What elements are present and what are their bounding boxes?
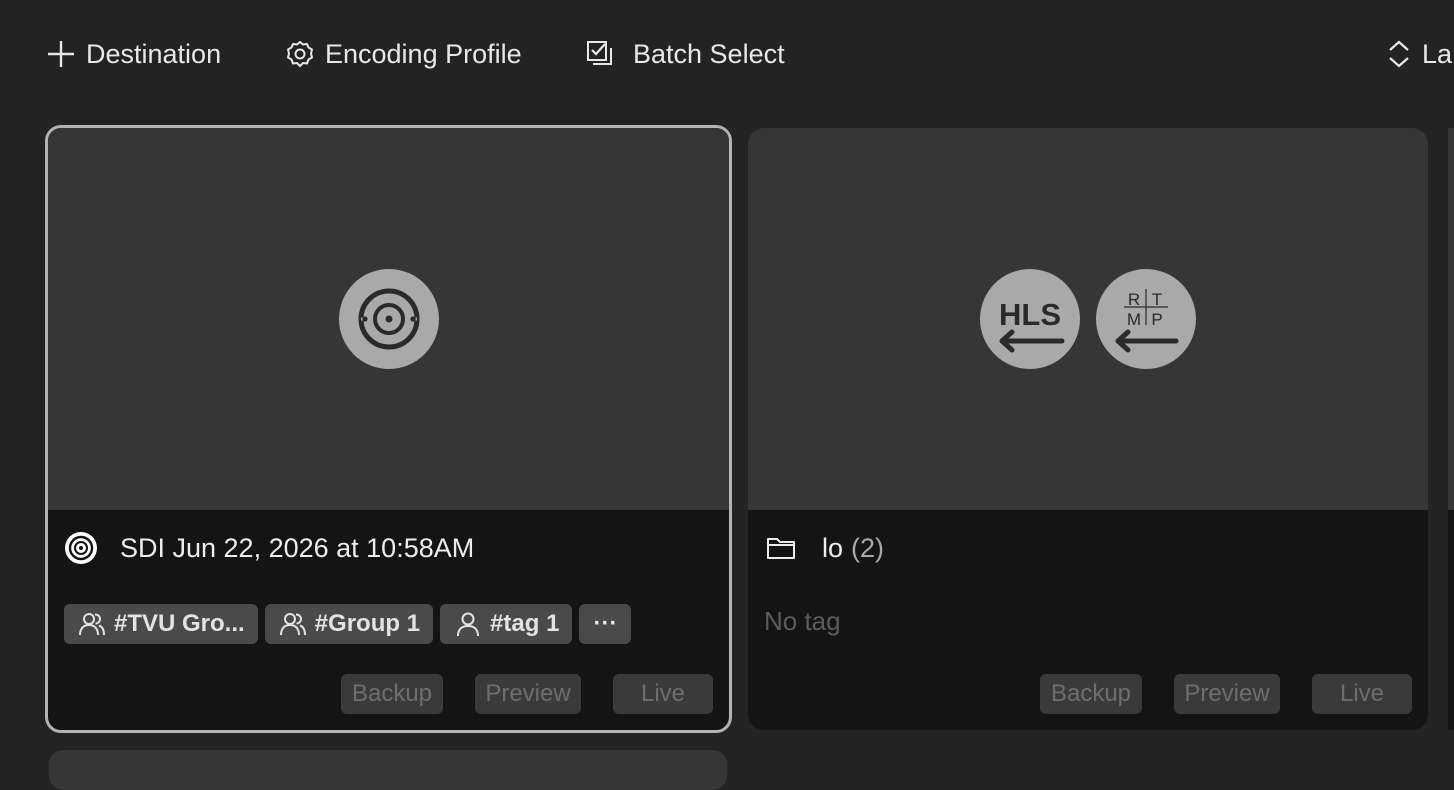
- more-icon: ···: [593, 610, 618, 637]
- preview-button[interactable]: Preview: [475, 674, 581, 714]
- encoding-profile-button[interactable]: Encoding Profile: [285, 34, 522, 74]
- svg-text:T: T: [1152, 290, 1162, 309]
- card-actions: Backup Preview Live: [341, 674, 713, 714]
- toolbar: Destination Encoding Profile Batch Selec…: [0, 0, 1454, 108]
- backup-button[interactable]: Backup: [341, 674, 443, 714]
- no-tag-text: No tag: [764, 606, 841, 636]
- tag-list: #TVU Gro... #Group 1 #tag 1 ···: [64, 604, 632, 644]
- encoding-profile-label: Encoding Profile: [325, 38, 522, 69]
- layout-toggle-button[interactable]: La: [1386, 34, 1452, 74]
- card-title: SDI Jun 22, 2026 at 10:58AM: [64, 528, 474, 568]
- chevron-up-down-icon: [1386, 39, 1412, 69]
- folder-icon: [764, 531, 798, 565]
- person-icon: [457, 612, 480, 637]
- svg-text:P: P: [1151, 310, 1162, 329]
- svg-text:HLS: HLS: [999, 297, 1061, 332]
- preview-button[interactable]: Preview: [1174, 674, 1280, 714]
- plus-icon: [46, 39, 76, 69]
- tag-chip[interactable]: #tag 1: [440, 604, 573, 644]
- next-card-edge: [1448, 128, 1454, 730]
- hls-input-icon: HLS: [980, 269, 1080, 369]
- card-title: lo (2): [764, 528, 884, 568]
- rtmp-input-icon: R T M P: [1096, 269, 1196, 369]
- live-button[interactable]: Live: [613, 674, 713, 714]
- svg-text:R: R: [1128, 290, 1140, 309]
- tag-label: #Group 1: [314, 610, 421, 637]
- live-button[interactable]: Live: [1312, 674, 1412, 714]
- batch-select-label: Batch Select: [633, 38, 785, 69]
- card-thumbnail[interactable]: HLS R T M P: [748, 128, 1428, 510]
- group-icon: [279, 613, 306, 636]
- card-title-text: lo: [822, 532, 844, 563]
- source-card[interactable]: SDI Jun 22, 2026 at 10:58AM #TVU Gro... …: [45, 125, 732, 733]
- sdi-source-icon: [339, 269, 439, 369]
- sdi-source-icon: [64, 531, 98, 565]
- card-thumbnail[interactable]: [48, 128, 729, 510]
- next-row-card-edge: [49, 750, 727, 790]
- tag-chip[interactable]: #Group 1: [264, 604, 434, 644]
- card-title-text: SDI Jun 22, 2026 at 10:58AM: [120, 532, 475, 563]
- backup-button[interactable]: Backup: [1040, 674, 1142, 714]
- tag-label: #tag 1: [490, 610, 560, 637]
- add-destination-label: Destination: [86, 38, 222, 69]
- checkbox-stack-icon: [585, 39, 615, 69]
- layout-toggle-label: La: [1422, 38, 1453, 69]
- tag-chip[interactable]: #TVU Gro...: [64, 604, 258, 644]
- group-icon: [79, 613, 105, 636]
- more-tags-button[interactable]: ···: [579, 604, 632, 644]
- batch-select-button[interactable]: Batch Select: [585, 34, 785, 74]
- gear-icon: [285, 39, 315, 69]
- source-group-card[interactable]: HLS R T M P lo (2) No tag Backup Preview…: [748, 128, 1428, 730]
- svg-text:M: M: [1127, 310, 1141, 329]
- add-destination-button[interactable]: Destination: [46, 34, 221, 74]
- item-count: (2): [851, 532, 885, 563]
- card-actions: Backup Preview Live: [1040, 674, 1412, 714]
- tag-label: #TVU Gro...: [114, 610, 245, 637]
